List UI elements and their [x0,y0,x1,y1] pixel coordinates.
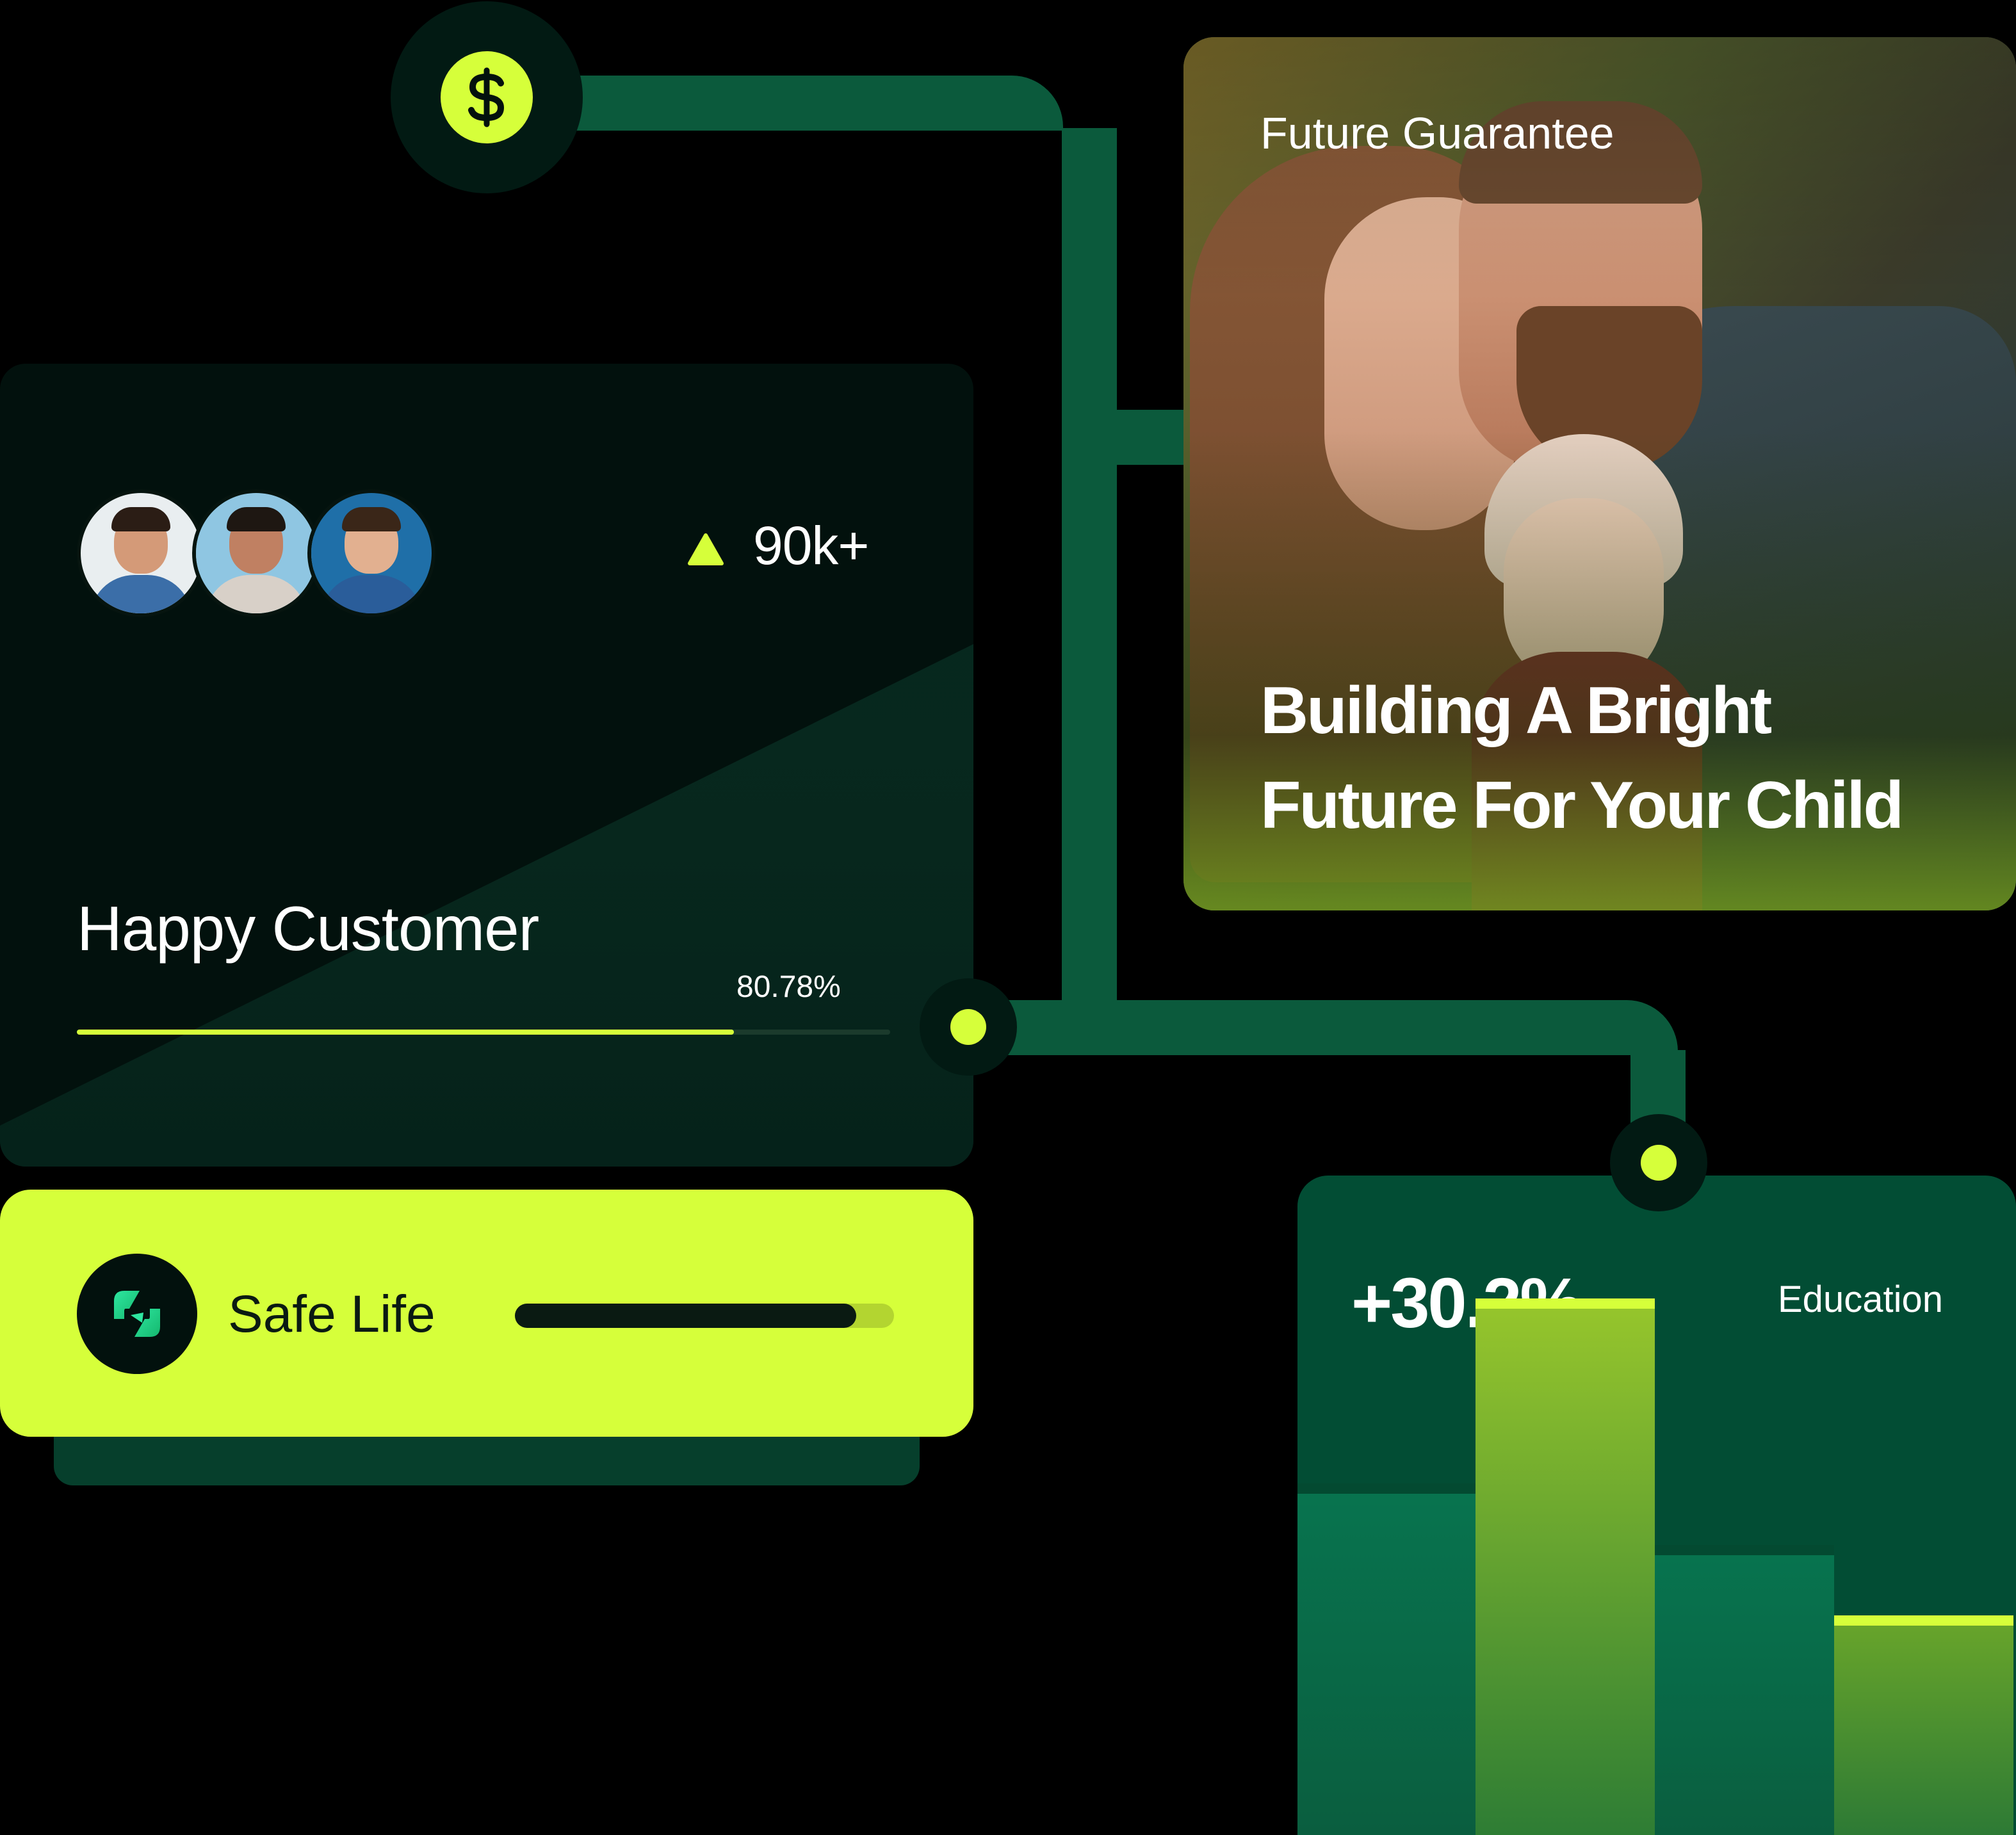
safe-life-logo-icon [77,1254,197,1374]
connector-branch-photo [1114,410,1186,465]
photo-subtitle: Future Guarantee [1260,108,1614,158]
customer-progress-bar [77,1030,890,1035]
photo-headline-line-1: Building A Bright [1260,674,1772,748]
happy-customer-card[interactable]: 90k+ Happy Customer 80.78% [0,364,973,1167]
photo-headline-line-2: Future For Your Child [1260,768,1904,843]
safe-progress-fill [515,1304,856,1328]
education-bar-2-cap [1475,1298,1655,1309]
education-bar-4 [1834,1615,2013,1835]
connector-vertical [1062,128,1117,1001]
education-bar-2 [1475,1298,1655,1835]
dollar-node[interactable] [391,1,583,193]
safe-life-card[interactable]: Safe Life [0,1190,973,1437]
card-title: Happy Customer [77,893,539,964]
education-bar-4-cap [1834,1615,2013,1626]
avatar-1 [77,489,205,617]
future-guarantee-card[interactable]: Future Guarantee Building A Bright Futur… [1183,37,2016,910]
card-diagonal-highlight [0,644,973,1167]
education-bar-chart [1297,1176,2016,1835]
junction-node-edu[interactable] [1610,1114,1707,1211]
avatar-2 [192,489,320,617]
education-bar-1 [1297,1483,1475,1835]
education-bar-1-cap [1297,1483,1475,1494]
dollar-icon [468,67,505,127]
connector-bottom [973,1000,1678,1055]
customer-count: 90k+ [753,515,869,576]
avatar-3 [307,489,435,617]
safe-progress-bar [515,1304,894,1328]
customer-progress-fill [77,1030,734,1035]
junction-node-left[interactable] [920,978,1017,1076]
safe-life-title: Safe Life [228,1285,435,1343]
education-bar-3 [1655,1544,1834,1835]
triangle-up-icon [688,533,724,565]
education-card[interactable]: +30.2% Education [1297,1176,2016,1835]
education-bar-3-cap [1655,1544,1834,1555]
progress-percent: 80.78% [736,970,841,1004]
